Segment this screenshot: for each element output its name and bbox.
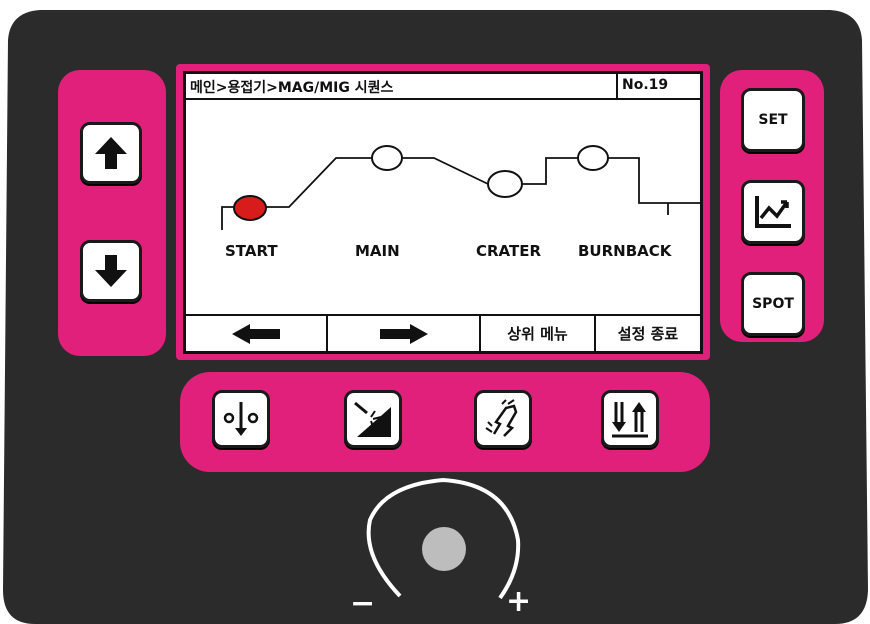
up-arrow-icon bbox=[95, 137, 127, 169]
spot-button[interactable]: SPOT bbox=[741, 272, 805, 336]
torch-mode-icon bbox=[223, 402, 259, 436]
sequence-icon bbox=[612, 402, 648, 438]
crater-marker[interactable] bbox=[487, 170, 523, 198]
graph-button[interactable] bbox=[741, 180, 805, 244]
softkey-right[interactable] bbox=[328, 316, 479, 351]
header-divider bbox=[616, 74, 618, 98]
main-marker[interactable] bbox=[371, 145, 403, 171]
stage-label-crater: CRATER bbox=[476, 242, 542, 260]
knob-minus-sign: − bbox=[350, 586, 376, 621]
breadcrumb: 메인>용접기>MAG/MIG 시퀀스 bbox=[190, 80, 394, 96]
graph-icon bbox=[755, 196, 791, 228]
sequence-button[interactable] bbox=[601, 390, 659, 448]
up-button[interactable] bbox=[80, 122, 142, 184]
down-button[interactable] bbox=[80, 240, 142, 302]
stage-label-start: START bbox=[225, 242, 278, 260]
left-arrow-icon bbox=[232, 323, 280, 344]
program-number: No.19 bbox=[622, 77, 669, 93]
right-arrow-icon bbox=[379, 323, 428, 344]
stage-label-burnback: BURNBACK bbox=[578, 242, 672, 260]
torch-mode-button[interactable] bbox=[212, 390, 270, 448]
wire-inch-icon bbox=[485, 399, 518, 437]
sequence-graph bbox=[221, 145, 700, 230]
lcd-screen: 메인>용접기>MAG/MIG 시퀀스 No.19 START MAIN CRAT… bbox=[183, 71, 703, 354]
softkey-left[interactable] bbox=[186, 316, 326, 351]
start-marker[interactable] bbox=[233, 195, 267, 221]
welding-process-button[interactable] bbox=[344, 390, 402, 448]
set-label: SET bbox=[758, 112, 788, 128]
knob-plus-sign: + bbox=[506, 584, 532, 619]
control-knob[interactable] bbox=[421, 526, 467, 572]
welding-process-icon bbox=[354, 401, 391, 437]
softkey-exit-settings[interactable]: 설정 종료 bbox=[596, 316, 700, 351]
spot-label: SPOT bbox=[752, 296, 794, 312]
down-arrow-icon bbox=[95, 255, 127, 287]
softkey-upper-menu[interactable]: 상위 메뉴 bbox=[481, 316, 594, 351]
wire-inch-button[interactable] bbox=[474, 390, 532, 448]
burnback-marker[interactable] bbox=[577, 145, 609, 171]
exit-settings-label: 설정 종료 bbox=[617, 325, 679, 343]
set-button[interactable]: SET bbox=[741, 88, 805, 152]
stage-label-main: MAIN bbox=[355, 242, 400, 260]
upper-menu-label: 상위 메뉴 bbox=[507, 325, 568, 343]
